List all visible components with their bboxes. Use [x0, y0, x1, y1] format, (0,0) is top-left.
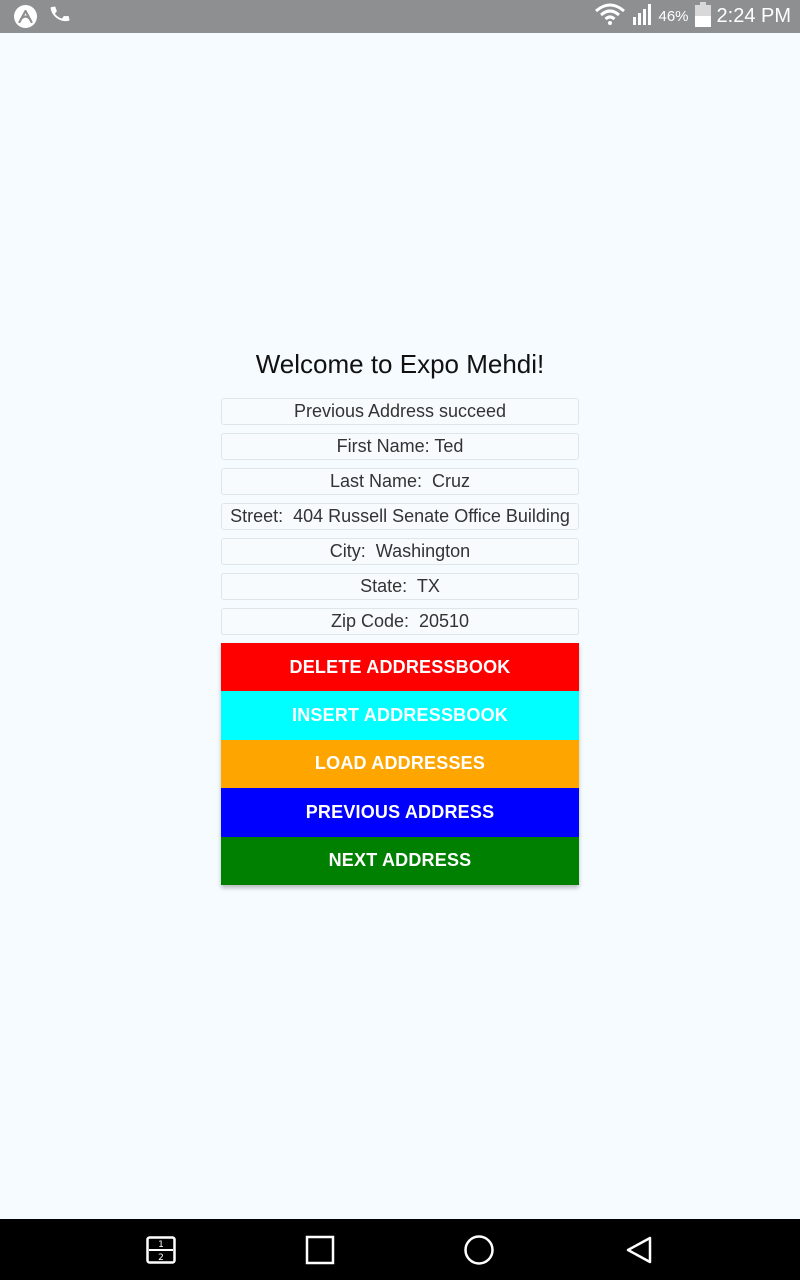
phone-icon [49, 3, 71, 30]
svg-text:2: 2 [158, 1253, 164, 1263]
insert-addressbook-button[interactable]: INSERT ADDRESSBOOK [221, 691, 579, 740]
back-icon[interactable] [622, 1233, 656, 1267]
next-address-button[interactable]: NEXT ADDRESS [221, 836, 579, 885]
signal-icon [632, 3, 654, 30]
status-bar-left [14, 3, 71, 30]
last-name-field: Last Name: Cruz [221, 468, 579, 495]
city-field: City: Washington [221, 538, 579, 565]
zip-code-field: Zip Code: 20510 [221, 608, 579, 635]
status-message-field: Previous Address succeed [221, 398, 579, 425]
expo-icon [14, 5, 37, 28]
welcome-title: Welcome to Expo Mehdi! [255, 349, 545, 379]
state-field: State: TX [221, 573, 579, 600]
status-bar-right: 46% 2:24 PM [588, 1, 791, 32]
address-fields: Previous Address succeed First Name: Ted… [221, 398, 579, 643]
wifi-icon [594, 3, 626, 30]
delete-addressbook-button[interactable]: DELETE ADDRESSBOOK [221, 643, 579, 692]
dual-window-icon[interactable]: 1 2 [144, 1233, 178, 1267]
action-buttons: DELETE ADDRESSBOOK INSERT ADDRESSBOOK LO… [221, 643, 579, 885]
previous-address-button[interactable]: PREVIOUS ADDRESS [221, 788, 579, 837]
recents-icon[interactable] [303, 1233, 337, 1267]
svg-text:1: 1 [158, 1240, 164, 1250]
status-bar: 46% 2:24 PM [0, 0, 800, 33]
home-icon[interactable] [462, 1233, 496, 1267]
navigation-bar: 1 2 [0, 1219, 800, 1280]
load-addresses-button[interactable]: LOAD ADDRESSES [221, 739, 579, 789]
street-field: Street: 404 Russell Senate Office Buildi… [221, 503, 579, 530]
battery-percent: 46% [658, 8, 689, 25]
battery-icon [694, 1, 711, 32]
clock: 2:24 PM [716, 5, 791, 27]
first-name-field: First Name: Ted [221, 433, 579, 460]
